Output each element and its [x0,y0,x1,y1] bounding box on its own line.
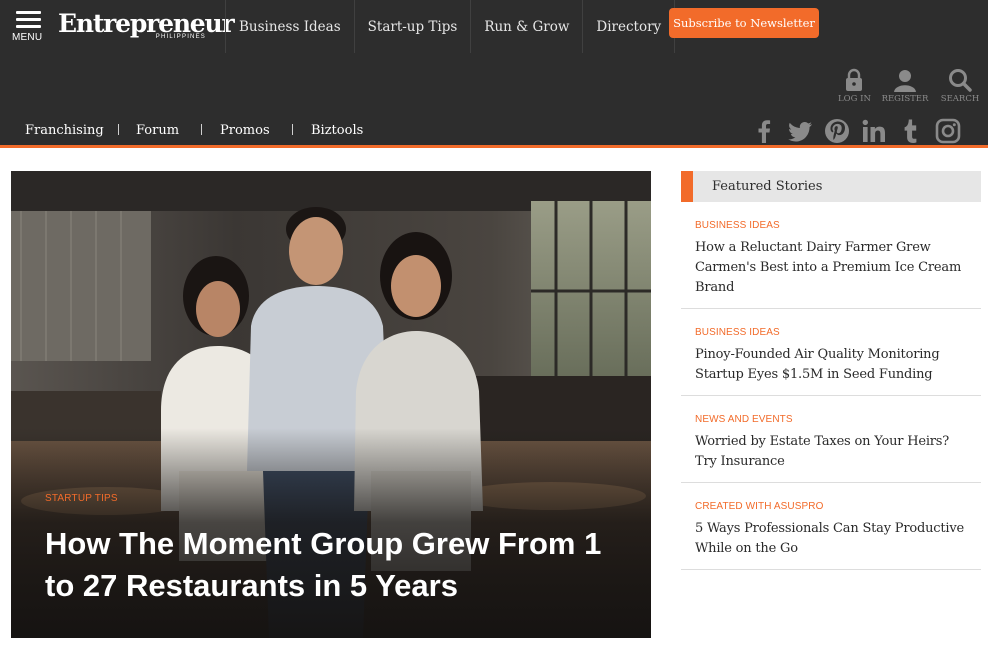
hero-category[interactable]: STARTUP TIPS [45,493,118,504]
story-item[interactable]: NEWS AND EVENTS Worried by Estate Taxes … [681,396,981,483]
subscribe-newsletter-button[interactable]: Subscribe to Newsletter [669,8,819,38]
subnav-separator [201,124,202,135]
register-button[interactable]: REGISTER [880,68,930,104]
story-category[interactable]: BUSINESS IDEAS [695,327,780,338]
search-icon [949,69,972,92]
story-title[interactable]: How a Reluctant Dairy Farmer Grew Carmen… [695,238,973,298]
search-button[interactable]: SEARCH [938,68,982,104]
register-label: REGISTER [881,94,929,104]
facebook-icon[interactable] [751,118,777,144]
nav-business-ideas[interactable]: Business Ideas [226,0,355,53]
login-label: LOG IN [838,94,871,104]
lock-icon [846,68,862,91]
story-item[interactable]: BUSINESS IDEAS Pinoy-Founded Air Quality… [681,309,981,396]
instagram-icon[interactable] [935,118,961,144]
subnav-promos[interactable]: Promos [220,123,270,138]
nav-directory[interactable]: Directory [583,0,676,53]
pinterest-icon[interactable] [824,118,850,144]
featured-accent-bar [681,171,693,202]
logo-subtext: PHILIPPINES [155,34,206,40]
linkedin-icon[interactable] [861,118,887,144]
search-label: SEARCH [940,94,980,104]
secondary-nav: Franchising Forum Promos Biztools [0,113,988,148]
hero-feature[interactable]: STARTUP TIPS How The Moment Group Grew F… [11,171,651,638]
featured-header: Featured Stories [681,171,981,202]
menu-icon [16,11,41,32]
login-button[interactable]: LOG IN [838,68,871,104]
story-category[interactable]: BUSINESS IDEAS [695,220,780,231]
menu-button[interactable]: MENU [9,8,47,44]
story-item[interactable]: CREATED WITH ASUSPRO 5 Ways Professional… [681,483,981,570]
subnav-franchising[interactable]: Franchising [25,123,104,138]
site-logo[interactable]: Entrepreneur PHILIPPINES [58,9,235,45]
subnav-separator [118,124,119,135]
site-header: MENU Entrepreneur PHILIPPINES Business I… [0,0,988,113]
featured-heading: Featured Stories [712,179,823,194]
story-title[interactable]: Pinoy-Founded Air Quality Monitoring Sta… [695,345,973,385]
subnav-forum[interactable]: Forum [136,123,179,138]
story-item[interactable]: BUSINESS IDEAS How a Reluctant Dairy Far… [681,202,981,309]
main-nav: Business Ideas Start-up Tips Run & Grow … [226,0,676,53]
nav-run-grow[interactable]: Run & Grow [471,0,584,53]
hero-headline[interactable]: How The Moment Group Grew From 1 to 27 R… [45,523,605,607]
tumblr-icon[interactable] [898,118,924,144]
featured-stories: Featured Stories BUSINESS IDEAS How a Re… [681,171,981,570]
story-title[interactable]: Worried by Estate Taxes on Your Heirs? T… [695,432,973,472]
story-title[interactable]: 5 Ways Professionals Can Stay Productive… [695,519,973,559]
twitter-icon[interactable] [787,118,813,144]
subnav-biztools[interactable]: Biztools [311,123,363,138]
subnav-separator [292,124,293,135]
story-category[interactable]: CREATED WITH ASUSPRO [695,501,824,512]
story-category[interactable]: NEWS AND EVENTS [695,414,793,425]
menu-label: MENU [12,32,43,43]
nav-startup-tips[interactable]: Start-up Tips [355,0,472,53]
user-icon [894,70,916,92]
user-tools: LOG IN REGISTER SEARCH [0,68,988,112]
